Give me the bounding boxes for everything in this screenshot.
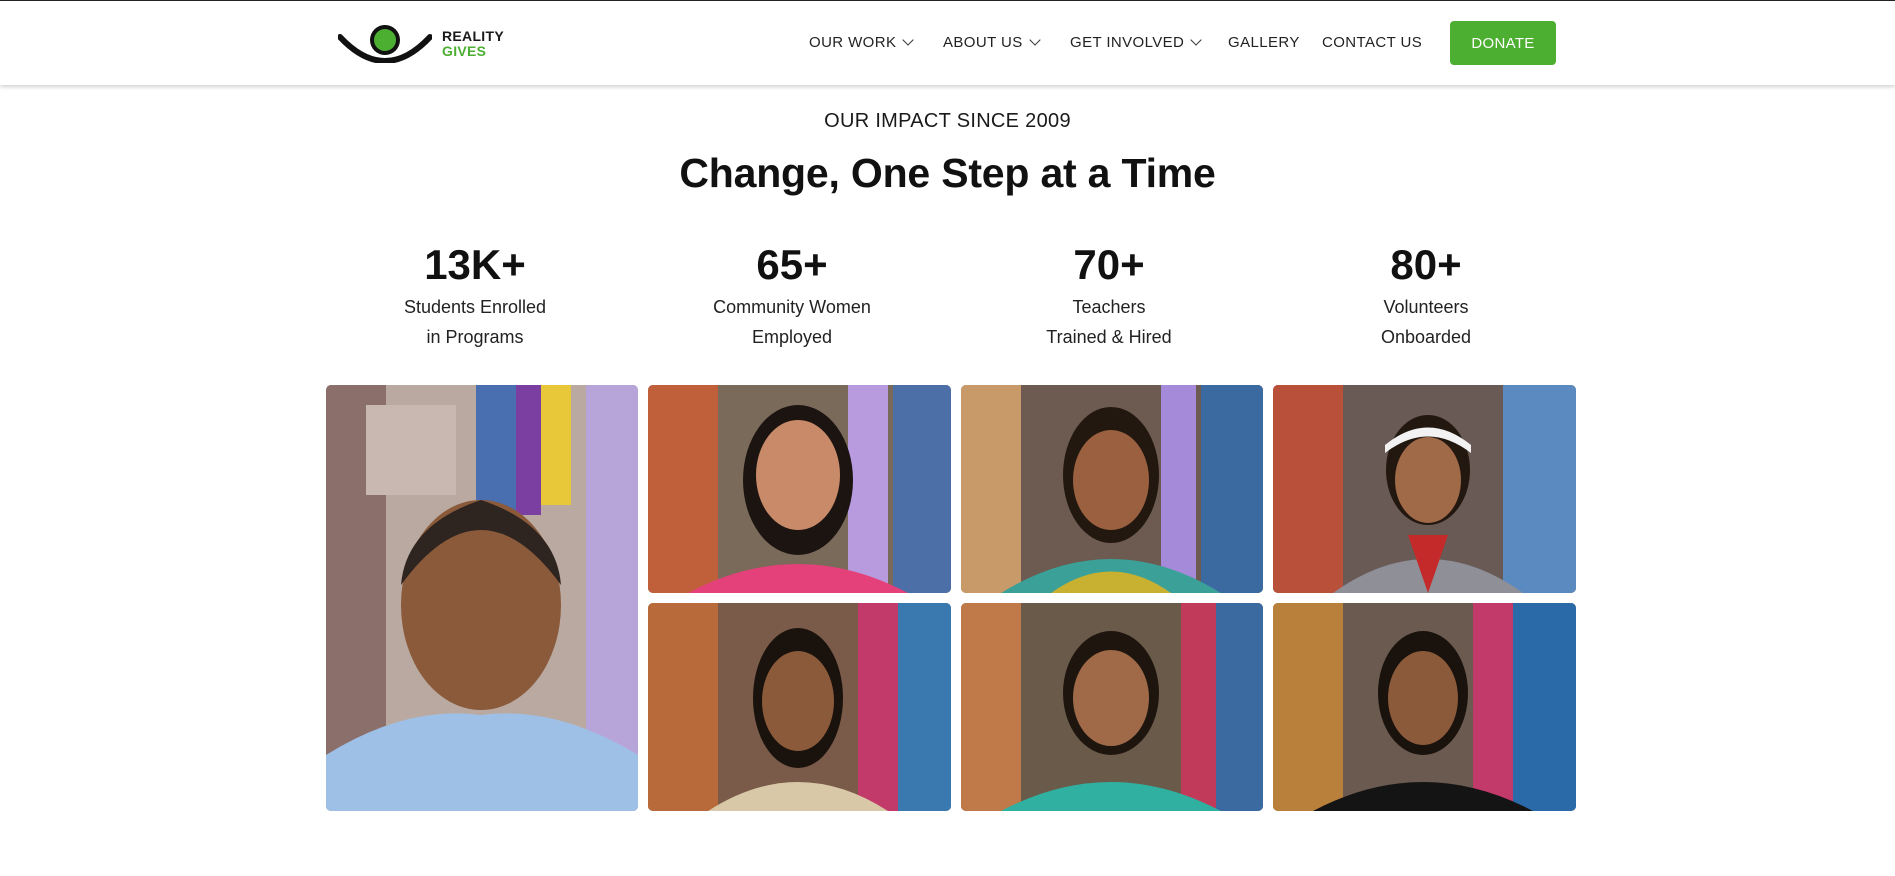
chevron-down-icon bbox=[1190, 33, 1202, 46]
gallery-photo-smiling-woman bbox=[648, 603, 951, 811]
nav-gallery[interactable]: GALLERY bbox=[1228, 34, 1300, 51]
nav-about-us[interactable]: ABOUT US bbox=[943, 33, 1041, 51]
logo-line2: GIVES bbox=[442, 42, 487, 59]
gallery-photo-woman-saree bbox=[961, 603, 1263, 811]
chevron-down-icon bbox=[902, 33, 915, 46]
stat-value: 65+ bbox=[756, 241, 828, 288]
gallery-photo-woman-glasses bbox=[648, 385, 951, 593]
stat-value: 80+ bbox=[1390, 241, 1462, 288]
stat-label-line2: Onboarded bbox=[1380, 327, 1472, 347]
logo-eye-icon bbox=[338, 25, 432, 63]
stat-label-line2: Employed bbox=[751, 327, 833, 347]
stat-label-line1: Community Women bbox=[713, 297, 871, 317]
donate-button[interactable]: DONATE bbox=[1450, 21, 1556, 65]
stat-value: 70+ bbox=[1073, 241, 1145, 288]
stat-label-line2: in Programs bbox=[426, 327, 524, 347]
stat-volunteers: 80+ Volunteers Onboarded bbox=[1266, 238, 1586, 352]
stat-label-line2: Trained & Hired bbox=[1046, 327, 1172, 347]
gallery-photo-woman-black-top bbox=[1273, 603, 1576, 811]
nav-our-work[interactable]: OUR WORK bbox=[809, 33, 915, 51]
stat-label-line1: Teachers bbox=[1072, 297, 1146, 317]
nav-gallery-label: GALLERY bbox=[1228, 34, 1300, 51]
stat-label-line1: Volunteers bbox=[1383, 297, 1469, 317]
nav-contact-us-label: CONTACT US bbox=[1322, 34, 1423, 51]
stat-women: 65+ Community Women Employed bbox=[632, 238, 952, 352]
nav-about-us-label: ABOUT US bbox=[943, 34, 1023, 51]
gallery-photo-man bbox=[326, 385, 638, 811]
gallery-photo-girl-uniform bbox=[1273, 385, 1576, 593]
section-eyebrow: OUR IMPACT SINCE 2009 bbox=[824, 110, 1071, 132]
logo-line1: REALITY bbox=[442, 27, 504, 44]
stat-teachers: 70+ Teachers Trained & Hired bbox=[949, 238, 1269, 352]
chevron-down-icon bbox=[1028, 33, 1041, 46]
stat-label-line1: Students Enrolled bbox=[403, 297, 547, 317]
stat-students: 13K+ Students Enrolled in Programs bbox=[315, 238, 635, 352]
logo[interactable]: REALITY GIVES bbox=[338, 23, 504, 63]
nav-our-work-label: OUR WORK bbox=[809, 34, 897, 51]
section-title: Change, One Step at a Time bbox=[679, 150, 1216, 196]
gallery-photo-young-woman-scarf bbox=[961, 385, 1263, 593]
nav-contact-us[interactable]: CONTACT US bbox=[1322, 34, 1422, 51]
site-header: REALITY GIVES OUR WORK ABOUT US GET INVO… bbox=[0, 0, 1895, 85]
nav-get-involved-label: GET INVOLVED bbox=[1070, 34, 1185, 51]
logo-wordmark: REALITY GIVES bbox=[442, 29, 504, 58]
nav-get-involved[interactable]: GET INVOLVED bbox=[1070, 33, 1202, 51]
stat-value: 13K+ bbox=[424, 241, 526, 288]
